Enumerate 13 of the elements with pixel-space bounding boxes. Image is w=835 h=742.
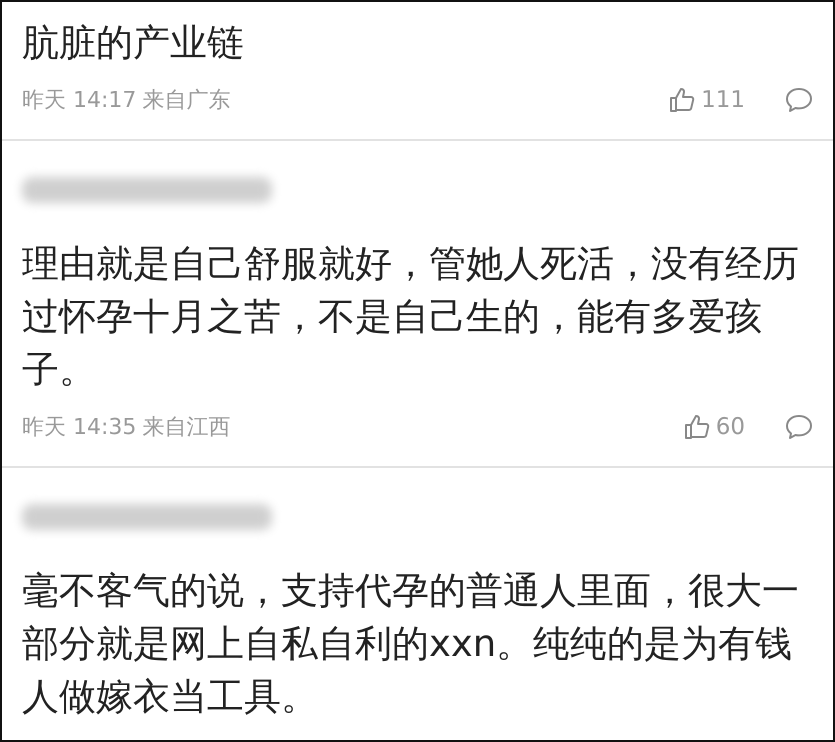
like-count: 111 (701, 87, 745, 113)
like-count: 60 (716, 414, 745, 440)
comment-icon[interactable] (785, 87, 813, 113)
comment-location: 来自江西 (142, 414, 230, 442)
comment-text: 肮脏的产业链 (22, 20, 245, 66)
comment-icon[interactable] (785, 414, 813, 440)
thumbs-up-icon[interactable] (669, 87, 696, 113)
comment-time: 昨天 14:17 (22, 87, 136, 115)
thumbs-up-icon[interactable] (684, 414, 710, 440)
comment-time: 昨天 14:35 (22, 414, 136, 442)
comment-text: 毫不客气的说，支持代孕的普通人里面，很大一部分就是网上自私自利的xxn。纯纯的是为有钱人做嫁衣当工具。 (22, 568, 800, 720)
comment-text: 理由就是自己舒服就好，管她人死活，没有经历过怀孕十月之苦，不是自己生的，能有多爱孩子。 (22, 241, 800, 393)
comment-location: 来自广东 (142, 87, 230, 115)
